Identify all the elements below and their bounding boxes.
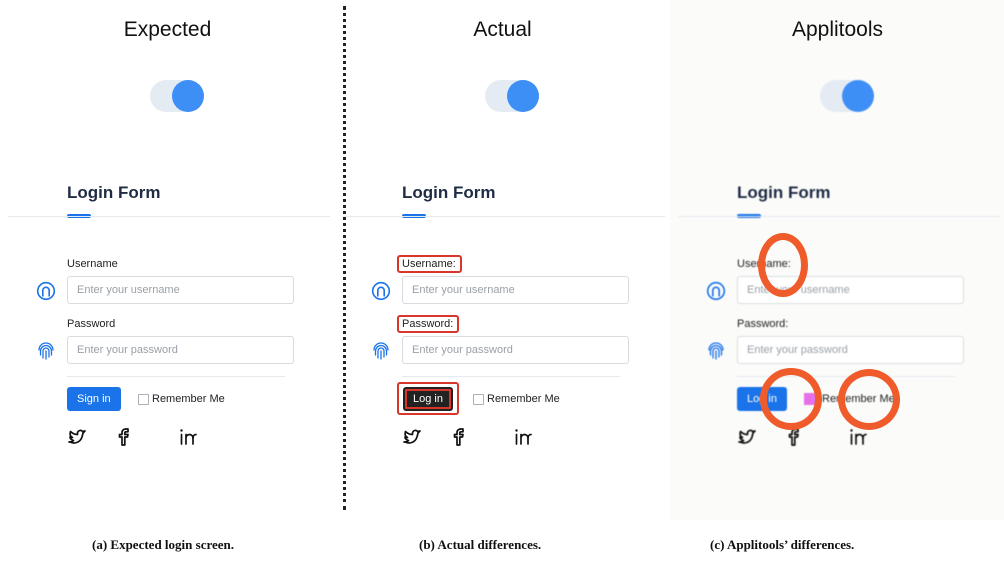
caption-expected: (a) Expected login screen. [92, 537, 235, 552]
facebook-icon[interactable] [114, 427, 134, 447]
difference-highlight-username [397, 255, 462, 273]
twitter-icon[interactable] [738, 427, 758, 447]
linkedin-icon[interactable] [178, 427, 198, 447]
form-divider [402, 376, 620, 377]
fingerprint-icon [708, 342, 724, 360]
theme-toggle[interactable] [150, 80, 204, 112]
password-input[interactable] [737, 336, 964, 364]
expected-panel: Expected Login Form Username Password Si… [0, 0, 335, 552]
user-circle-icon [371, 281, 391, 301]
remember-me-checkbox[interactable] [138, 394, 149, 405]
facebook-icon[interactable] [449, 427, 469, 447]
password-input[interactable] [67, 336, 294, 364]
difference-ring-username [758, 233, 808, 297]
twitter-icon[interactable] [68, 427, 88, 447]
remember-me-label: Remember Me [487, 393, 560, 405]
form-title: Login Form [402, 183, 496, 202]
toggle-knob [507, 80, 539, 112]
theme-toggle[interactable] [820, 80, 874, 112]
form-divider [67, 376, 285, 377]
sign-in-button[interactable]: Sign in [67, 387, 121, 411]
username-input[interactable] [402, 276, 629, 304]
caption-applitools: (c) Applitools’ differences. [710, 537, 855, 552]
form-title: Login Form [67, 183, 161, 202]
header-divider [678, 216, 1000, 217]
toggle-knob [172, 80, 204, 112]
twitter-icon[interactable] [403, 427, 423, 447]
panel-heading: Applitools [791, 18, 884, 41]
facebook-icon[interactable] [784, 427, 804, 447]
applitools-panel: Applitools Login Form Username: Password… [670, 0, 1004, 552]
password-input[interactable] [402, 336, 629, 364]
fingerprint-icon [38, 342, 54, 360]
username-label: Username [67, 258, 118, 270]
theme-toggle[interactable] [485, 80, 539, 112]
fingerprint-icon [373, 342, 389, 360]
difference-ring-remember [838, 369, 900, 430]
user-circle-icon [706, 281, 726, 301]
user-circle-icon [36, 281, 56, 301]
difference-highlight-password [397, 315, 459, 333]
remember-me-checkbox[interactable] [473, 394, 484, 405]
password-label: Password: [737, 318, 789, 330]
header-divider [8, 216, 330, 217]
log-in-button[interactable]: Log in [403, 387, 453, 411]
panel-heading: Actual [473, 18, 532, 41]
username-input[interactable] [67, 276, 294, 304]
linkedin-icon[interactable] [513, 427, 533, 447]
form-title: Login Form [737, 183, 831, 202]
linkedin-icon[interactable] [848, 427, 868, 447]
header-divider [343, 216, 665, 217]
actual-panel: Actual Login Form Username: Password: Lo… [335, 0, 670, 552]
remember-me-label: Remember Me [152, 393, 225, 405]
difference-ring-button [760, 368, 822, 430]
panel-heading: Expected [123, 18, 212, 41]
password-label: Password [67, 318, 116, 330]
toggle-knob [842, 80, 874, 112]
caption-actual: (b) Actual differences. [419, 537, 542, 552]
